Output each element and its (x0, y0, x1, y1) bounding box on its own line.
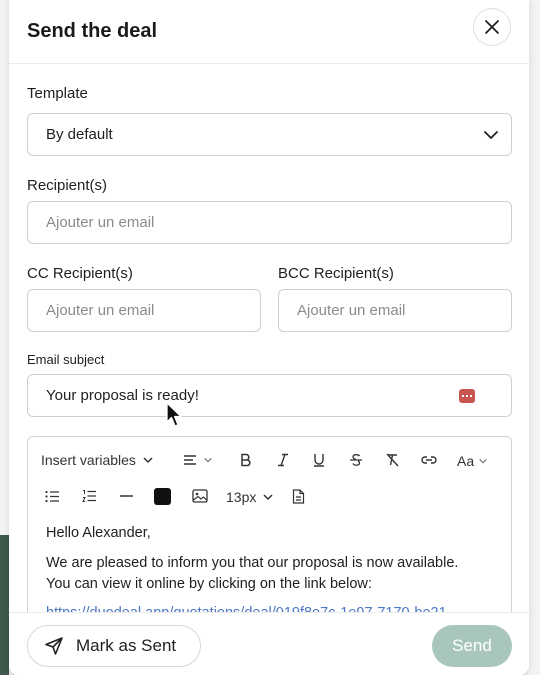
mark-as-sent-label: Mark as Sent (76, 636, 177, 655)
email-body-line-1: We are pleased to inform you that our pr… (46, 555, 459, 571)
email-body-line-2: You can view it online by clicking on th… (46, 576, 372, 592)
align-left-icon (184, 455, 196, 465)
template-value: By default (46, 126, 113, 143)
bcc-label: BCC Recipient(s) (278, 265, 394, 282)
template-label: Template (27, 85, 88, 102)
text-case-dropdown[interactable]: Aa (457, 453, 488, 469)
email-body-editor[interactable]: Insert variables Aa 13px Hello Alexander… (27, 436, 512, 636)
align-dropdown[interactable] (183, 453, 213, 467)
modal-title: Send the deal (27, 20, 158, 42)
cc-placeholder: Ajouter un email (46, 302, 155, 319)
horizontal-rule-button[interactable] (119, 489, 134, 503)
bcc-input[interactable]: Ajouter un email (278, 289, 512, 332)
italic-icon (278, 453, 288, 467)
bcc-placeholder: Ajouter un email (297, 302, 406, 319)
bullet-list-button[interactable] (45, 490, 60, 503)
text-color-button[interactable] (154, 488, 171, 505)
font-size-value: 13px (226, 489, 257, 505)
chevron-down-icon (143, 457, 153, 464)
ordered-list-icon (82, 490, 96, 502)
clear-format-icon (386, 453, 399, 467)
strikethrough-icon (350, 454, 362, 466)
send-plane-icon (45, 637, 63, 655)
chevron-down-icon (484, 131, 498, 139)
template-select[interactable]: By default (27, 113, 512, 156)
modal-header: Send the deal (9, 0, 529, 64)
insert-variables-label: Insert variables (41, 452, 136, 468)
email-greeting: Hello Alexander, (46, 525, 151, 541)
font-size-dropdown[interactable]: 13px (226, 489, 274, 505)
background-page-right (528, 0, 540, 675)
link-button[interactable] (420, 453, 438, 467)
background-image-fragment (0, 535, 9, 675)
chevron-down-icon (204, 457, 212, 463)
cc-label: CC Recipient(s) (27, 265, 133, 282)
horizontal-rule-icon (120, 495, 133, 497)
modal-footer: Mark as Sent Send (9, 612, 529, 675)
text-color-swatch (154, 488, 171, 505)
image-button[interactable] (192, 489, 208, 503)
mouse-cursor-icon (166, 402, 182, 427)
bold-button[interactable] (239, 453, 253, 467)
subject-input[interactable]: Your proposal is ready! (27, 374, 512, 417)
strikethrough-button[interactable] (349, 453, 363, 467)
cc-input[interactable]: Ajouter un email (27, 289, 261, 332)
text-case-label: Aa (457, 453, 475, 469)
recipients-input[interactable]: Ajouter un email (27, 201, 512, 244)
italic-button[interactable] (276, 453, 290, 467)
ordered-list-button[interactable] (82, 489, 97, 503)
underline-icon (314, 454, 324, 467)
recipients-placeholder: Ajouter un email (46, 214, 155, 231)
clear-format-button[interactable] (385, 453, 400, 467)
document-button[interactable] (292, 489, 305, 504)
subject-label: Email subject (27, 352, 105, 367)
mark-as-sent-button[interactable]: Mark as Sent (27, 625, 201, 667)
close-icon (485, 20, 499, 34)
recipients-label: Recipient(s) (27, 177, 108, 194)
document-icon (292, 489, 305, 504)
link-icon (421, 456, 437, 464)
bold-icon (241, 453, 251, 467)
send-deal-modal: Send the deal Template By default Recipi… (9, 0, 529, 675)
send-label: Send (452, 636, 492, 655)
password-manager-icon[interactable] (459, 389, 475, 403)
bullet-list-icon (45, 490, 59, 503)
insert-variables-dropdown[interactable]: Insert variables (41, 452, 154, 468)
image-icon (192, 489, 208, 503)
chevron-down-icon (479, 458, 487, 464)
send-button[interactable]: Send (432, 625, 512, 667)
chevron-down-icon (263, 494, 273, 501)
close-button[interactable] (473, 8, 511, 46)
underline-button[interactable] (312, 453, 326, 467)
